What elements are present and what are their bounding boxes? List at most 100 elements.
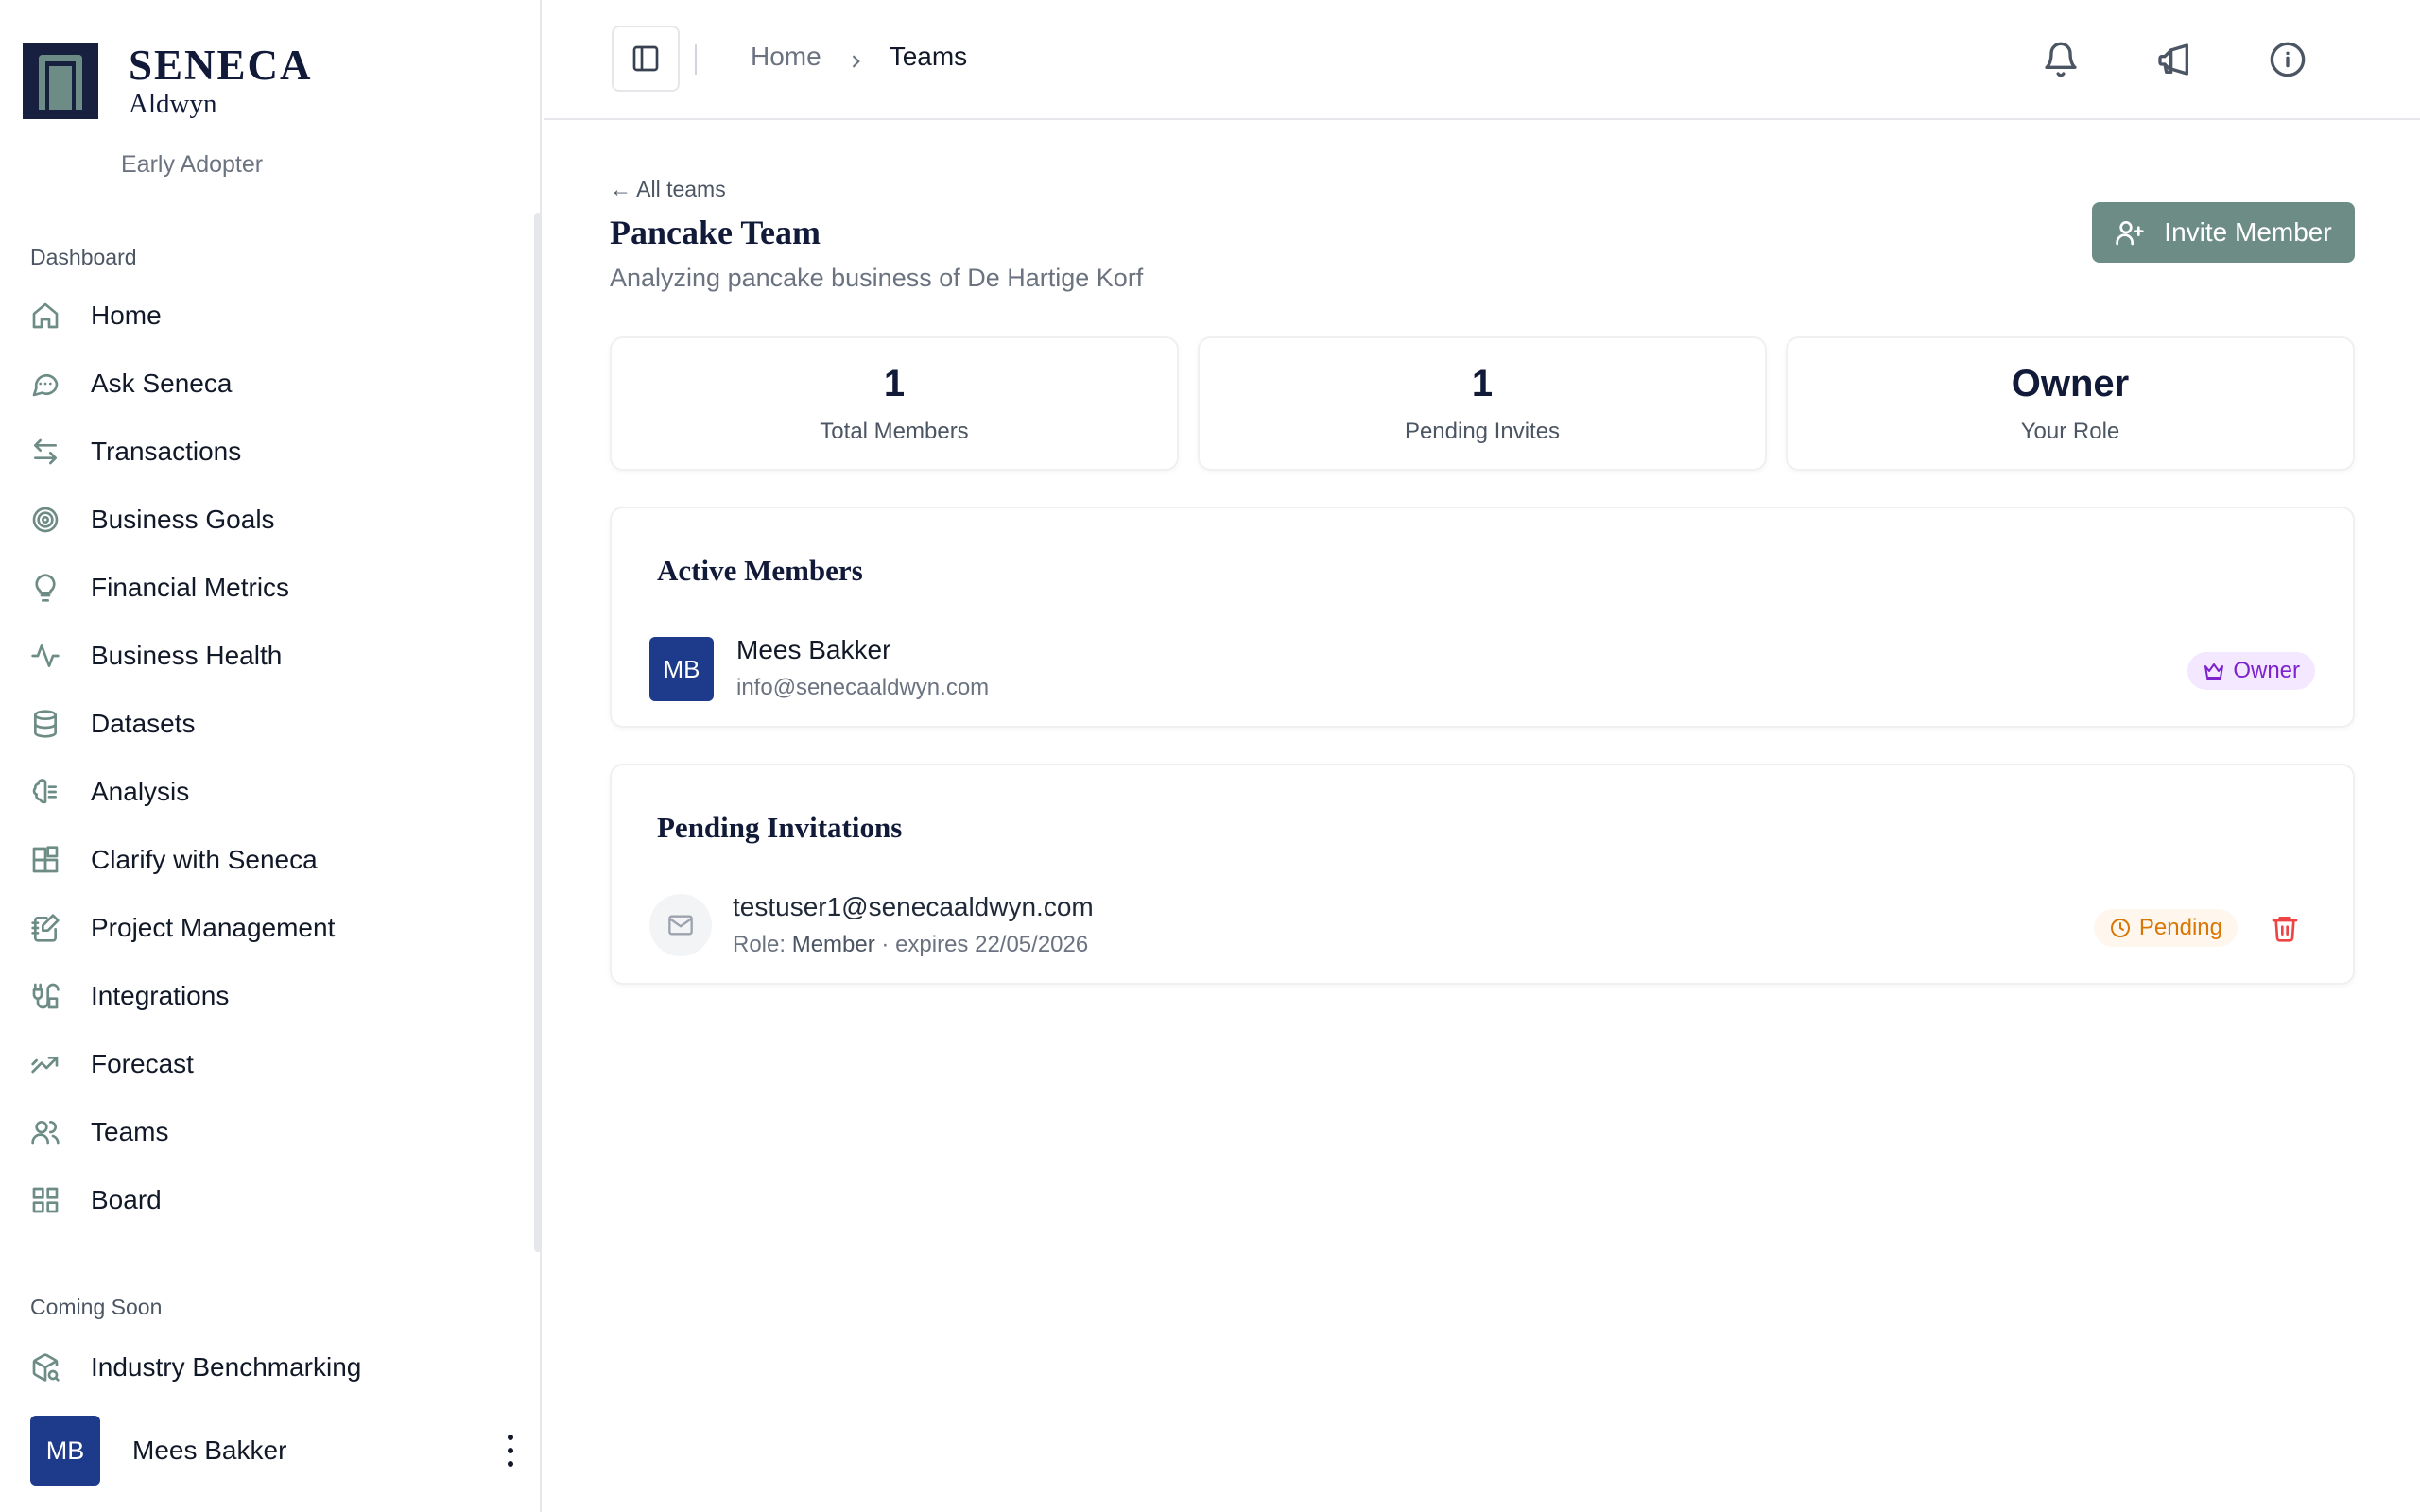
sidebar-item-label: Financial Metrics xyxy=(91,573,290,602)
top-header: Home Teams xyxy=(544,0,2420,120)
sidebar-item-label: Teams xyxy=(91,1117,169,1146)
sidebar-item-teams[interactable]: Teams xyxy=(23,1105,514,1160)
sidebar-item-transactions[interactable]: Transactions xyxy=(23,424,514,479)
sidebar-item-label: Analysis xyxy=(91,777,190,806)
sidebar-item-integrations[interactable]: Integrations xyxy=(23,969,514,1023)
sidebar-item-analysis[interactable]: Analysis xyxy=(23,765,514,819)
stat-value: Owner xyxy=(2011,363,2130,404)
sidebar: SENECA Aldwyn Early Adopter Dashboard Ho… xyxy=(0,0,542,1512)
mail-icon xyxy=(649,894,712,956)
stat-label: Pending Invites xyxy=(1404,419,1561,444)
activity-icon xyxy=(28,639,62,673)
status-badge: Pending xyxy=(2093,909,2238,947)
stat-label: Your Role xyxy=(2020,419,2120,444)
plan-label: Early Adopter xyxy=(121,151,264,178)
invite-member-button[interactable]: Invite Member xyxy=(2092,202,2355,263)
stat-label: Total Members xyxy=(820,419,969,444)
panel-left-icon xyxy=(632,45,659,72)
list-item: MB Mees Bakker info@senecaaldwyn.com Own… xyxy=(649,635,2315,701)
member-name: Mees Bakker xyxy=(736,635,891,664)
sidebar-item-business-goals[interactable]: Business Goals xyxy=(23,492,514,547)
panel-title: Active Members xyxy=(657,554,863,587)
target-icon xyxy=(28,503,62,537)
database-icon xyxy=(28,707,62,741)
avatar: MB xyxy=(30,1416,100,1486)
invite-role: Member xyxy=(791,932,875,957)
bell-icon[interactable] xyxy=(2039,38,2083,81)
member-email: info@senecaaldwyn.com xyxy=(736,675,990,700)
blocks-icon xyxy=(28,843,62,877)
sidebar-item-financial-metrics[interactable]: Financial Metrics xyxy=(23,560,514,615)
brand-title: SENECA xyxy=(129,42,313,89)
stat-card-pending-invites: 1 Pending Invites xyxy=(1198,336,1767,471)
back-to-all-teams-link[interactable]: ← All teams xyxy=(610,177,726,202)
box-search-icon xyxy=(28,1350,62,1384)
sidebar-item-label: Clarify with Seneca xyxy=(91,845,318,874)
section-label-coming-soon: Coming Soon xyxy=(30,1295,163,1319)
megaphone-icon[interactable] xyxy=(2152,38,2196,81)
user-name: Mees Bakker xyxy=(132,1435,287,1465)
users-icon xyxy=(28,1115,62,1149)
grid-icon xyxy=(28,1183,62,1217)
stat-card-your-role: Owner Your Role xyxy=(1786,336,2355,471)
revoke-invite-button[interactable] xyxy=(2268,911,2302,945)
status-badge-label: Pending xyxy=(2138,915,2222,940)
page-subtitle: Analyzing pancake business of De Hartige… xyxy=(610,264,1144,292)
sidebar-toggle-button[interactable] xyxy=(612,26,680,92)
sidebar-item-label: Board xyxy=(91,1185,162,1214)
sidebar-item-industry-benchmarking[interactable]: Industry Benchmarking xyxy=(23,1340,514,1395)
sidebar-item-datasets[interactable]: Datasets xyxy=(23,696,514,751)
home-icon xyxy=(28,299,62,333)
sidebar-item-forecast[interactable]: Forecast xyxy=(23,1037,514,1091)
user-plus-icon xyxy=(2116,221,2144,246)
user-menu[interactable]: MB Mees Bakker xyxy=(30,1416,522,1486)
trend-up-icon xyxy=(28,1047,62,1081)
plug-icon xyxy=(28,979,62,1013)
invite-role-prefix: Role: xyxy=(733,932,792,957)
pending-invitations-panel: Pending Invitations testuser1@senecaaldw… xyxy=(610,764,2355,985)
clock-icon xyxy=(2110,919,2130,937)
sidebar-item-label: Business Goals xyxy=(91,505,275,534)
chat-icon xyxy=(28,367,62,401)
trash-icon xyxy=(2272,917,2298,942)
invite-meta: Role: Member · expires 22/05/2026 xyxy=(733,932,1088,958)
sidebar-item-label: Business Health xyxy=(91,641,283,670)
chevron-right-icon xyxy=(846,47,865,68)
brand-subtitle: Aldwyn xyxy=(129,89,217,119)
sidebar-item-label: Datasets xyxy=(91,709,196,738)
section-label-dashboard: Dashboard xyxy=(30,245,137,269)
invite-email: testuser1@senecaaldwyn.com xyxy=(733,892,1094,921)
arrows-left-right-icon xyxy=(28,435,62,469)
sidebar-scrollbar[interactable] xyxy=(534,213,542,1252)
sidebar-item-board[interactable]: Board xyxy=(23,1173,514,1228)
page-title: Pancake Team xyxy=(610,214,821,251)
sidebar-item-clarify-with-seneca[interactable]: Clarify with Seneca xyxy=(23,833,514,887)
stat-value: 1 xyxy=(1471,363,1494,404)
invite-expiry: · expires 22/05/2026 xyxy=(874,932,1089,957)
sidebar-item-project-management[interactable]: Project Management xyxy=(23,901,514,955)
more-vertical-icon[interactable] xyxy=(499,1435,522,1467)
breadcrumb: Home Teams xyxy=(751,42,967,72)
panel-title: Pending Invitations xyxy=(657,811,903,844)
sidebar-item-label: Project Management xyxy=(91,913,336,942)
logo-icon xyxy=(23,43,98,119)
breadcrumb-current: Teams xyxy=(889,42,968,71)
breadcrumb-home-link[interactable]: Home xyxy=(751,42,821,72)
sidebar-item-business-health[interactable]: Business Health xyxy=(23,628,514,683)
sidebar-item-label: Transactions xyxy=(91,437,242,466)
header-divider xyxy=(695,44,697,75)
sidebar-item-ask-seneca[interactable]: Ask Seneca xyxy=(23,356,514,411)
info-icon[interactable] xyxy=(2266,38,2309,81)
sidebar-item-home[interactable]: Home xyxy=(23,288,514,343)
avatar: MB xyxy=(649,637,714,701)
invite-member-label: Invite Member xyxy=(2164,217,2332,247)
stat-card-total-members: 1 Total Members xyxy=(610,336,1179,471)
sidebar-item-label: Home xyxy=(91,301,162,330)
role-badge: Owner xyxy=(2187,652,2315,690)
active-members-panel: Active Members MB Mees Bakker info@senec… xyxy=(610,507,2355,728)
sidebar-item-label: Industry Benchmarking xyxy=(91,1352,362,1382)
sidebar-item-label: Forecast xyxy=(91,1049,194,1078)
main-content: ← All teams Pancake Team Analyzing panca… xyxy=(544,122,2420,1512)
sidebar-item-label: Ask Seneca xyxy=(91,369,233,398)
brand-logo[interactable]: SENECA Aldwyn xyxy=(23,43,313,119)
